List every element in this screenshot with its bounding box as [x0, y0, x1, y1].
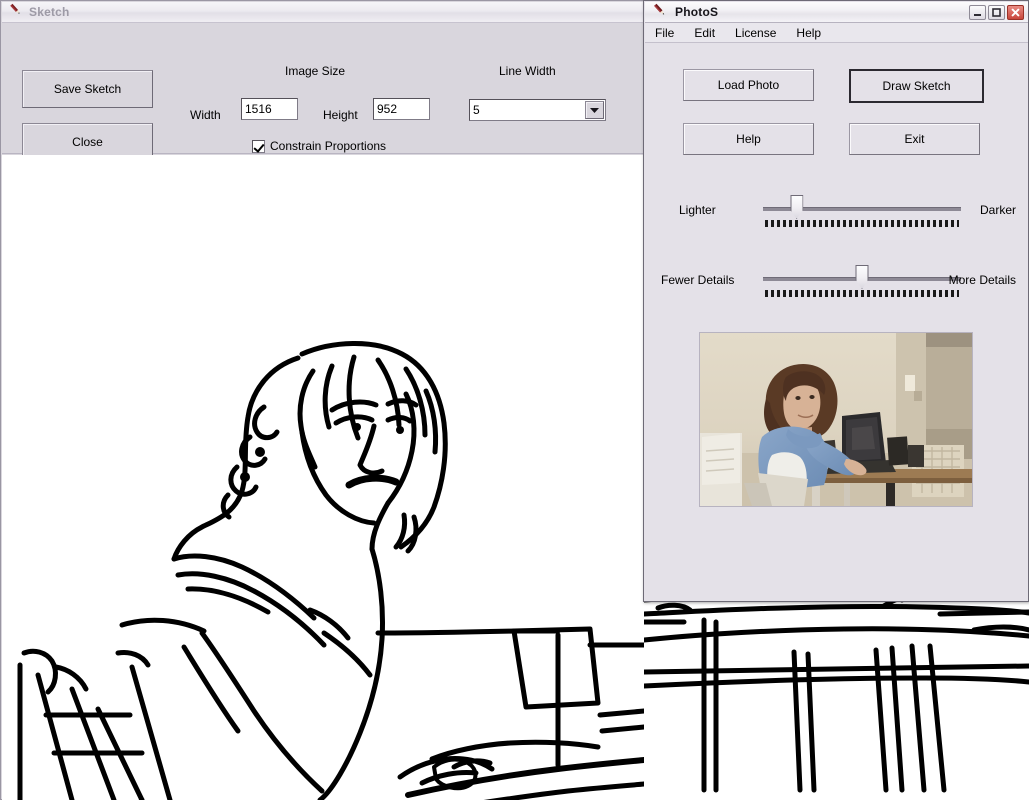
photos-titlebar[interactable]: PhotoS [645, 2, 1028, 23]
pencil-icon [652, 2, 668, 23]
sketch-toolbar: Save Sketch Close Image Size Line Width … [2, 23, 644, 161]
width-input[interactable] [241, 98, 298, 120]
pencil-icon [8, 2, 23, 22]
photos-body: Load Photo Draw Sketch Help Exit Lighter… [645, 43, 1028, 601]
sketch-window: Sketch Save Sketch Close Image Size Line… [0, 0, 644, 800]
brightness-slider[interactable] [763, 187, 961, 233]
brightness-slider-row: Lighter Darker [645, 187, 1028, 233]
detail-slider-thumb[interactable] [855, 265, 869, 289]
height-label: Height [323, 108, 358, 122]
line-width-value: 5 [473, 103, 480, 117]
load-photo-label: Load Photo [717, 78, 780, 92]
window-controls [969, 5, 1024, 20]
draw-sketch-button[interactable]: Draw Sketch [849, 69, 984, 103]
constrain-proportions-label: Constrain Proportions [270, 139, 387, 153]
detail-slider[interactable] [763, 257, 961, 303]
load-photo-button[interactable]: Load Photo [683, 69, 814, 101]
save-sketch-button[interactable]: Save Sketch [22, 70, 153, 108]
help-button[interactable]: Help [683, 123, 814, 155]
draw-sketch-label: Draw Sketch [882, 79, 951, 93]
photos-menubar: File Edit License Help [645, 23, 1028, 43]
menu-item-license[interactable]: License [733, 25, 778, 41]
exit-label: Exit [904, 132, 925, 146]
close-icon[interactable] [1007, 5, 1024, 20]
sketch-canvas[interactable] [2, 155, 644, 800]
detail-slider-row: Fewer Details More Details [645, 257, 1028, 303]
brightness-slider-ticks [765, 220, 959, 227]
close-sketch-label: Close [72, 135, 103, 149]
sketch-window-title: Sketch [29, 5, 70, 19]
line-width-group-label: Line Width [499, 64, 556, 78]
height-input[interactable] [373, 98, 430, 120]
image-size-group-label: Image Size [285, 64, 346, 78]
brightness-slider-left-label: Lighter [679, 203, 716, 217]
line-width-select[interactable]: 5 [469, 99, 606, 121]
menu-item-file[interactable]: File [653, 25, 676, 41]
exit-button[interactable]: Exit [849, 123, 980, 155]
photos-window: PhotoS File Edit License Help Load Photo… [643, 0, 1029, 602]
chevron-down-icon[interactable] [585, 101, 604, 119]
screen: Sketch Save Sketch Close Image Size Line… [0, 0, 1029, 800]
checkbox-indicator[interactable] [252, 139, 265, 153]
detail-slider-ticks [765, 290, 959, 297]
detail-slider-right-label: More Details [948, 273, 1016, 287]
minimize-icon[interactable] [969, 5, 986, 20]
constrain-proportions-checkbox[interactable]: Constrain Proportions [252, 139, 386, 153]
detail-slider-left-label: Fewer Details [661, 273, 735, 287]
menu-item-edit[interactable]: Edit [692, 25, 717, 41]
save-sketch-label: Save Sketch [53, 82, 122, 96]
maximize-icon[interactable] [988, 5, 1005, 20]
brightness-slider-right-label: Darker [979, 203, 1016, 217]
help-label: Help [736, 132, 761, 146]
photos-window-title: PhotoS [675, 5, 719, 19]
menu-item-help[interactable]: Help [794, 25, 823, 41]
photo-preview[interactable] [699, 332, 973, 507]
sketch-titlebar[interactable]: Sketch [2, 2, 644, 23]
width-label: Width [190, 108, 221, 122]
brightness-slider-thumb[interactable] [790, 195, 804, 219]
